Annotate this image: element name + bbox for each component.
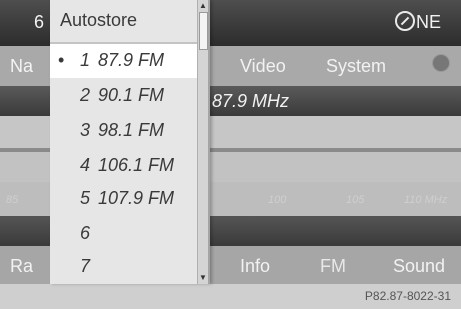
preset-frequency: 87.9 FM (98, 50, 165, 70)
figure-code: P82.87-8022-31 (364, 289, 451, 303)
preset-item-1[interactable]: • 1 87.9 FM (50, 44, 198, 78)
compass-icon (395, 11, 415, 31)
preset-item-7[interactable]: 7 (50, 250, 198, 284)
station-frequency: 87.9 MHz (212, 91, 290, 111)
submenu-item-sound[interactable]: Sound (393, 256, 445, 277)
preset-number: 5 (79, 188, 90, 208)
scale-tick-label: 100 (268, 194, 287, 206)
preset-item-5[interactable]: 5 107.9 FM (50, 182, 198, 216)
scroll-up-arrow-icon[interactable]: ▲ (199, 1, 207, 11)
menu-item-video[interactable]: Video (240, 56, 286, 77)
preset-number: 4 (79, 155, 90, 175)
scroll-down-arrow-icon[interactable]: ▼ (199, 273, 207, 283)
preset-frequency: 98.1 FM (98, 120, 165, 140)
preset-item-4[interactable]: 4 106.1 FM (50, 149, 198, 183)
preset-frequency: 90.1 FM (98, 85, 165, 105)
preset-item-3[interactable]: 3 98.1 FM (50, 114, 198, 148)
preset-item-2[interactable]: 2 90.1 FM (50, 79, 198, 113)
clock-partial: 6 (34, 12, 45, 32)
scrollbar[interactable]: ▲ ▼ (197, 0, 208, 284)
radio-screen: 6 NE Na Video System 87.9 MHz 85 100 105… (0, 0, 461, 309)
preset-number: 1 (79, 50, 90, 70)
preset-number: 6 (79, 223, 90, 243)
scale-tick-label: 105 (346, 194, 365, 206)
preset-frequency: 106.1 FM (98, 155, 175, 175)
globe-icon[interactable] (432, 54, 450, 72)
menu-item-navi[interactable]: Na (10, 56, 33, 77)
compass-heading: NE (416, 12, 442, 32)
preset-number: 2 (79, 85, 90, 105)
submenu-item-fm[interactable]: FM (320, 256, 346, 277)
scale-tick-label: 85 (6, 194, 19, 206)
autostore-menu: Autostore • 1 87.9 FM 2 90.1 FM 3 98.1 F… (50, 0, 210, 284)
scale-tick-label: 110 MHz (404, 194, 448, 206)
autostore-title: Autostore (60, 10, 138, 30)
preset-number: 3 (79, 120, 90, 140)
preset-item-6[interactable]: 6 (50, 217, 198, 251)
scroll-thumb[interactable] (199, 12, 208, 50)
preset-number: 7 (79, 256, 90, 276)
preset-frequency: 107.9 FM (98, 188, 175, 208)
menu-item-system[interactable]: System (326, 56, 386, 77)
submenu-item-radio[interactable]: Ra (10, 256, 33, 277)
submenu-item-info[interactable]: Info (240, 256, 270, 277)
